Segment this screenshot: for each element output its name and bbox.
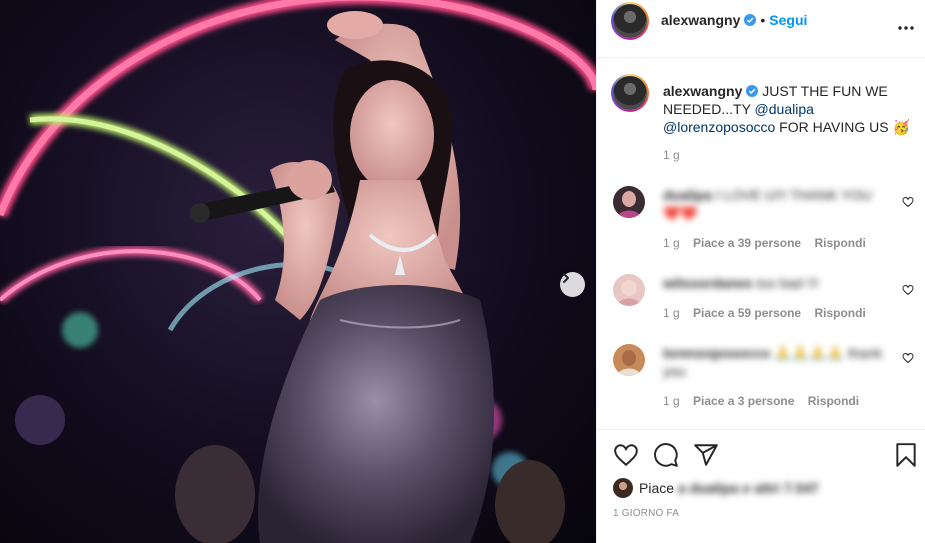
- comment-time: 1 g: [663, 394, 680, 408]
- comment-heart-icon[interactable]: [902, 352, 914, 364]
- likes-avatar: [613, 478, 633, 498]
- comment-text: dualipa I LOVE U!!! THANK YOU ❤️❤️: [663, 186, 893, 222]
- next-arrow-icon: [563, 273, 569, 283]
- caption-username[interactable]: alexwangny: [663, 83, 742, 99]
- comment-likes[interactable]: Piace a 39 persone: [693, 236, 801, 250]
- comment-reply-button[interactable]: Rispondi: [814, 306, 865, 320]
- comment-heart-icon[interactable]: [902, 284, 914, 296]
- post-actions: Piace a dualipa e altri 7.547 1 GIORNO F…: [597, 429, 925, 530]
- comment-meta: 1 g Piace a 59 persone Rispondi: [663, 306, 876, 320]
- comment-meta: 1 g Piace a 39 persone Rispondi: [663, 236, 876, 250]
- post-header: alexwangny • Segui: [597, 0, 925, 58]
- caption-mention-lorenzoposocco[interactable]: @lorenzoposocco: [663, 119, 775, 135]
- comment-username[interactable]: dualipa: [663, 187, 712, 203]
- caption-mention-dualipa[interactable]: @dualipa: [755, 101, 814, 117]
- comment-icon[interactable]: [653, 442, 679, 468]
- more-options-icon[interactable]: [897, 19, 915, 37]
- post-timestamp: 1 GIORNO FA: [613, 508, 680, 519]
- comment-avatar[interactable]: [613, 274, 645, 306]
- comment-body: I LOVE U!!! THANK YOU: [715, 187, 872, 203]
- comment-reply-button[interactable]: Rispondi: [814, 236, 865, 250]
- comment-time: 1 g: [663, 306, 680, 320]
- comment-reply-button[interactable]: Rispondi: [808, 394, 859, 408]
- follow-button[interactable]: Segui: [769, 12, 807, 28]
- post-side-panel: alexwangny • Segui alexwangny JUST THE F…: [596, 0, 925, 543]
- likes-count[interactable]: a dualipa e altri 7.547: [678, 480, 819, 496]
- comment-time: 1 g: [663, 236, 680, 250]
- header-separator: •: [760, 12, 766, 28]
- share-icon[interactable]: [693, 442, 719, 468]
- post-photo: [0, 0, 596, 543]
- next-photo-button[interactable]: [560, 272, 585, 297]
- comment-text: lorenzoposocco 🙏🙏🙏🙏 thank you: [663, 344, 893, 380]
- caption-emoji: 🥳: [892, 119, 910, 135]
- comment-heart-icon[interactable]: [902, 196, 914, 208]
- comment-avatar[interactable]: [613, 186, 645, 218]
- comment-meta: 1 g Piace a 3 persone Rispondi: [663, 394, 869, 408]
- header-author-row: alexwangny • Segui: [661, 12, 807, 28]
- caption-text-part-2: FOR HAVING US: [779, 119, 889, 135]
- bookmark-icon[interactable]: [893, 442, 919, 468]
- comment-body: too bad !!!: [756, 275, 819, 291]
- post-caption: alexwangny JUST THE FUN WE NEEDED...TY @…: [663, 82, 915, 136]
- comment-emoji: ❤️❤️: [663, 205, 698, 221]
- comment-username[interactable]: wilsoordanes: [663, 275, 752, 291]
- post-media[interactable]: [0, 0, 596, 543]
- likes-summary[interactable]: Piace a dualipa e altri 7.547: [613, 478, 819, 498]
- comment-text: wilsoordanes too bad !!!: [663, 274, 893, 292]
- comment-avatar[interactable]: [613, 344, 645, 376]
- heart-icon[interactable]: [613, 442, 639, 468]
- verified-badge-icon: [744, 14, 757, 26]
- verified-badge-icon: [746, 85, 759, 97]
- author-avatar[interactable]: [611, 2, 649, 40]
- comment-username[interactable]: lorenzoposocco: [663, 345, 770, 361]
- caption-author-avatar[interactable]: [611, 74, 649, 112]
- comment-likes[interactable]: Piace a 59 persone: [693, 306, 801, 320]
- header-username[interactable]: alexwangny: [661, 12, 740, 28]
- likes-prefix: Piace: [639, 480, 675, 496]
- caption-time: 1 g: [663, 148, 680, 162]
- comment-likes[interactable]: Piace a 3 persone: [693, 394, 794, 408]
